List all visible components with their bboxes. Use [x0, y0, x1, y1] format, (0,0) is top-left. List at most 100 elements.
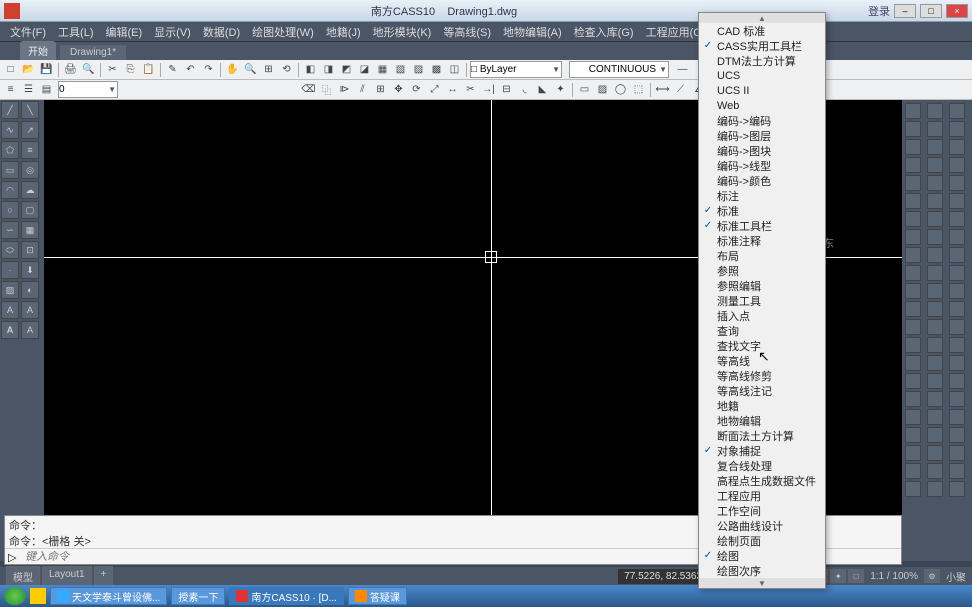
right-tool-button[interactable]: [927, 103, 943, 119]
right-tool-button[interactable]: [949, 445, 965, 461]
right-tool-button[interactable]: [905, 175, 921, 191]
context-menu-item[interactable]: ✓对象捕捉: [699, 443, 825, 458]
right-tool-button[interactable]: [949, 229, 965, 245]
layout-tab-model[interactable]: 模型: [6, 566, 40, 587]
tab-document[interactable]: Drawing1*: [60, 45, 126, 60]
right-tool-button[interactable]: [927, 409, 943, 425]
right-tool-button[interactable]: [949, 103, 965, 119]
donut-tool[interactable]: ◎: [21, 161, 39, 179]
menu-scroll-down[interactable]: ▼: [699, 578, 825, 588]
close-button[interactable]: ×: [946, 4, 968, 18]
right-tool-button[interactable]: [905, 139, 921, 155]
right-tool-button[interactable]: [949, 193, 965, 209]
right-tool-button[interactable]: [927, 355, 943, 371]
maximize-button[interactable]: □: [920, 4, 942, 18]
task-item-browser[interactable]: 天文学泰斗曾设佛...: [50, 587, 167, 605]
context-menu-item[interactable]: 复合线处理: [699, 458, 825, 473]
open-button[interactable]: 📂: [20, 61, 37, 78]
copy-obj-button[interactable]: ⿻: [318, 81, 335, 98]
revcloud-tool[interactable]: ☁: [21, 181, 39, 199]
right-tool-button[interactable]: [949, 373, 965, 389]
preview-button[interactable]: 🔍: [80, 61, 97, 78]
context-menu-item[interactable]: UCS: [699, 68, 825, 83]
layer-iso-button[interactable]: ▤: [38, 81, 55, 98]
spline-tool[interactable]: ∽: [1, 221, 19, 239]
move-button[interactable]: ✥: [390, 81, 407, 98]
right-tool-button[interactable]: [927, 481, 943, 497]
tool-h[interactable]: ▩: [428, 61, 445, 78]
context-menu-item[interactable]: 布局: [699, 248, 825, 263]
undo-button[interactable]: ↶: [182, 61, 199, 78]
point-tool[interactable]: ·: [1, 261, 19, 279]
context-menu-item[interactable]: DTM法土方计算: [699, 53, 825, 68]
menu-check-db[interactable]: 检查入库(G): [568, 22, 640, 42]
tool-a[interactable]: ◧: [302, 61, 319, 78]
tool-i[interactable]: ◫: [446, 61, 463, 78]
menu-view[interactable]: 显示(V): [148, 22, 197, 42]
context-menu-item[interactable]: Web: [699, 98, 825, 113]
rotate-button[interactable]: ⟳: [408, 81, 425, 98]
redo-button[interactable]: ↷: [200, 61, 217, 78]
right-tool-button[interactable]: [927, 337, 943, 353]
right-tool-button[interactable]: [905, 445, 921, 461]
layout-tab-layout1[interactable]: Layout1: [42, 566, 92, 587]
right-tool-button[interactable]: [905, 391, 921, 407]
tray-icon-1[interactable]: [30, 588, 46, 604]
tool-f[interactable]: ▧: [392, 61, 409, 78]
text2-tool[interactable]: A: [21, 301, 39, 319]
offset-button[interactable]: ⫽: [354, 81, 371, 98]
tool-d[interactable]: ◪: [356, 61, 373, 78]
context-menu-item[interactable]: 参照编辑: [699, 278, 825, 293]
menu-terrain[interactable]: 地形模块(K): [367, 22, 438, 42]
minimize-button[interactable]: –: [894, 4, 916, 18]
menu-scroll-up[interactable]: ▲: [699, 13, 825, 23]
hatch-tool[interactable]: ▨: [1, 281, 19, 299]
context-menu-item[interactable]: 编码->线型: [699, 158, 825, 173]
right-tool-button[interactable]: [905, 211, 921, 227]
task-item-qa[interactable]: 答疑课: [348, 587, 407, 605]
right-tool-button[interactable]: [927, 391, 943, 407]
right-tool-button[interactable]: [927, 175, 943, 191]
right-tool-button[interactable]: [905, 301, 921, 317]
right-tool-button[interactable]: [905, 409, 921, 425]
mirror-button[interactable]: ⧐: [336, 81, 353, 98]
right-tool-button[interactable]: [949, 265, 965, 281]
line-tool[interactable]: ╱: [1, 101, 19, 119]
circle-tool[interactable]: ○: [1, 201, 19, 219]
mline-tool[interactable]: ≡: [21, 141, 39, 159]
hatch-button[interactable]: ▨: [594, 81, 611, 98]
context-menu-item[interactable]: ✓标准: [699, 203, 825, 218]
right-tool-button[interactable]: [905, 337, 921, 353]
region-button[interactable]: ▭: [576, 81, 593, 98]
context-menu-item[interactable]: 绘制页面: [699, 533, 825, 548]
context-menu-item[interactable]: 绘图次序: [699, 563, 825, 578]
mtext-tool[interactable]: A: [1, 321, 19, 339]
context-menu-item[interactable]: 高程点生成数据文件: [699, 473, 825, 488]
context-menu-item[interactable]: 编码->图块: [699, 143, 825, 158]
osnap-toggle[interactable]: □: [848, 569, 864, 583]
login-link[interactable]: 登录: [868, 3, 890, 19]
zoom-prev-button[interactable]: ⟲: [278, 61, 295, 78]
layer-states-button[interactable]: ☰: [20, 81, 37, 98]
layers-button[interactable]: ≡: [2, 81, 19, 98]
context-menu-item[interactable]: 工程应用: [699, 488, 825, 503]
right-tool-button[interactable]: [949, 319, 965, 335]
right-tool-button[interactable]: [927, 121, 943, 137]
polygon-tool[interactable]: ⬠: [1, 141, 19, 159]
explode-button[interactable]: ✦: [552, 81, 569, 98]
start-button[interactable]: [4, 587, 26, 605]
context-menu-item[interactable]: 等高线注记: [699, 383, 825, 398]
right-tool-button[interactable]: [949, 355, 965, 371]
match-button[interactable]: ✎: [164, 61, 181, 78]
arc-tool[interactable]: ◠: [1, 181, 19, 199]
right-tool-button[interactable]: [927, 373, 943, 389]
right-tool-button[interactable]: [949, 175, 965, 191]
gradient-tool[interactable]: ◐: [21, 281, 39, 299]
zoom-window-button[interactable]: ⊞: [260, 61, 277, 78]
menu-feature-edit[interactable]: 地物编辑(A): [497, 22, 568, 42]
right-tool-button[interactable]: [927, 139, 943, 155]
boundary-button[interactable]: ◯: [612, 81, 629, 98]
pline-tool[interactable]: ∿: [1, 121, 19, 139]
dim-aligned-button[interactable]: ⟋: [672, 81, 689, 98]
chamfer-button[interactable]: ◣: [534, 81, 551, 98]
